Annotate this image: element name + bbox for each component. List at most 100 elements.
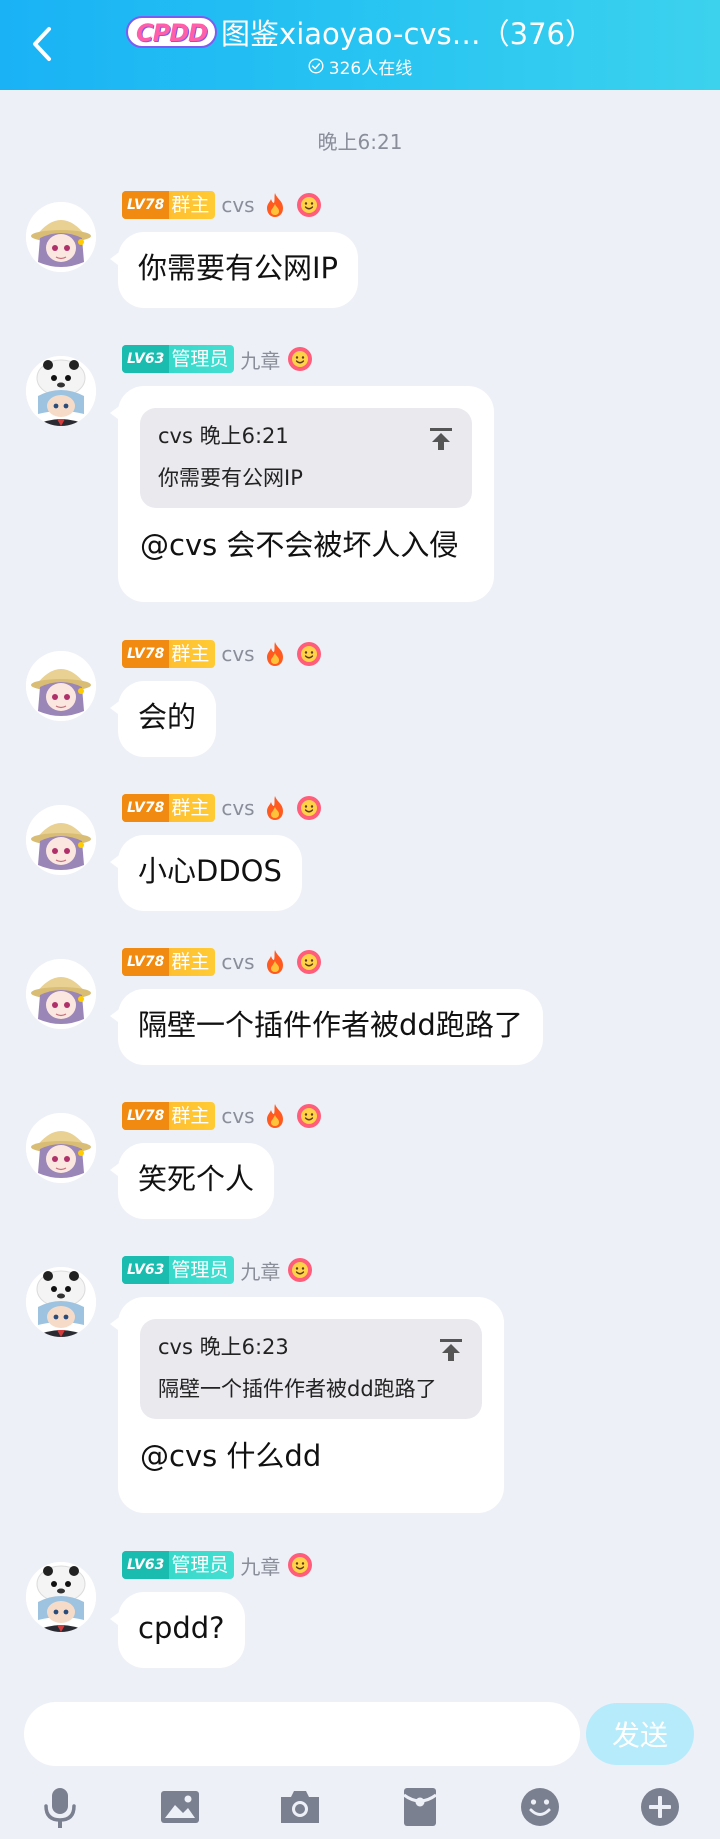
fire-icon <box>266 950 283 974</box>
message-meta: LV63 管理员 九章 <box>122 1550 314 1580</box>
sender-name[interactable]: cvs <box>221 950 254 974</box>
owner-badge: LV78 群主 <box>122 794 216 822</box>
smile-badge-icon <box>295 949 322 975</box>
role-label: 管理员 <box>171 348 229 370</box>
admin-badge: LV63 管理员 <box>122 345 235 373</box>
message-text: 笑死个人 <box>138 1162 255 1196</box>
role-label: 群主 <box>171 194 210 216</box>
plus-icon <box>641 1788 679 1826</box>
message-bubble[interactable]: cpdd? <box>110 1592 245 1668</box>
microphone-icon <box>44 1788 76 1828</box>
emoji-icon <box>521 1788 559 1826</box>
quote-text: 你需要有公网IP <box>158 466 303 490</box>
emoji-button[interactable] <box>515 1782 565 1832</box>
sender-name[interactable]: cvs <box>221 642 254 666</box>
sender-name[interactable]: cvs <box>221 193 254 217</box>
level-label: LV78 <box>122 794 170 822</box>
message-text: @cvs 什么dd <box>140 1439 322 1473</box>
level-label: LV63 <box>122 1256 170 1284</box>
time-separator: 晚上6:21 <box>317 130 403 154</box>
avatar[interactable] <box>26 1267 96 1337</box>
smile-badge-icon <box>287 1257 313 1283</box>
role-label: 管理员 <box>171 1259 229 1281</box>
fire-icon <box>266 193 283 217</box>
message-text: 会的 <box>138 700 197 734</box>
fire-icon <box>266 642 283 666</box>
message-bubble[interactable]: 会的 <box>109 681 217 757</box>
red-packet-icon <box>403 1788 437 1826</box>
smile-badge-icon <box>295 1103 322 1129</box>
camera-button[interactable] <box>275 1782 325 1832</box>
voice-button[interactable] <box>35 1782 85 1832</box>
level-label: LV78 <box>122 640 170 668</box>
sender-name[interactable]: cvs <box>221 796 254 820</box>
smile-badge-icon <box>295 192 322 218</box>
group-title[interactable]: CPDD 图鉴xiaoyao-cvs…（376） <box>70 12 650 52</box>
role-label: 群主 <box>171 797 210 819</box>
quote-author-time: cvs 晚上6:23 <box>158 1335 289 1359</box>
sender-name[interactable]: 九章 <box>240 345 280 374</box>
message-text: 你需要有公网IP <box>138 251 339 285</box>
sender-name[interactable]: 九章 <box>240 1551 280 1580</box>
image-button[interactable] <box>155 1782 205 1832</box>
message-meta: LV78 群主 cvs <box>122 947 323 977</box>
admin-badge: LV63 管理员 <box>122 1256 235 1284</box>
message-meta: LV78 群主 cvs <box>122 639 323 669</box>
avatar[interactable] <box>26 805 96 875</box>
message-text: @cvs 会不会被坏人入侵 <box>140 528 459 562</box>
quoted-message[interactable]: cvs 晚上6:21 你需要有公网IP <box>140 408 472 508</box>
red-packet-button[interactable] <box>395 1782 445 1832</box>
message-text: 小心DDOS <box>138 854 282 888</box>
admin-badge: LV63 管理员 <box>122 1551 235 1579</box>
level-label: LV78 <box>122 191 170 219</box>
send-button[interactable]: 发送 <box>586 1703 694 1765</box>
message-bubble[interactable]: 你需要有公网IP <box>109 232 359 308</box>
message-text: cpdd? <box>138 1611 225 1645</box>
message-bubble[interactable]: 隔壁一个插件作者被dd跑路了 <box>110 989 543 1065</box>
cpdd-logo: CPDD <box>125 16 218 48</box>
level-label: LV63 <box>122 1551 170 1579</box>
quoted-message[interactable]: cvs 晚上6:23 隔壁一个插件作者被dd跑路了 <box>140 1319 482 1419</box>
quote-text: 隔壁一个插件作者被dd跑路了 <box>158 1377 437 1401</box>
avatar[interactable] <box>26 1113 96 1183</box>
message-meta: LV78 群主 cvs <box>122 190 323 220</box>
avatar[interactable] <box>26 651 96 721</box>
role-label: 群主 <box>171 951 210 973</box>
level-label: LV78 <box>122 948 170 976</box>
role-label: 群主 <box>171 643 210 665</box>
more-button[interactable] <box>635 1782 685 1832</box>
owner-badge: LV78 群主 <box>122 191 216 219</box>
check-circle-icon <box>308 58 324 74</box>
image-icon <box>161 1791 199 1823</box>
sender-name[interactable]: 九章 <box>240 1256 280 1285</box>
message-meta: LV63 管理员 九章 <box>122 1255 314 1285</box>
message-input[interactable] <box>24 1702 580 1766</box>
avatar[interactable] <box>26 202 96 272</box>
smile-badge-icon <box>287 1552 313 1578</box>
message-bubble[interactable]: cvs 晚上6:23 隔壁一个插件作者被dd跑路了 @cvs 什么dd <box>110 1297 504 1513</box>
smile-badge-icon <box>287 346 313 372</box>
sender-name[interactable]: cvs <box>221 1104 254 1128</box>
fire-icon <box>266 796 283 820</box>
avatar[interactable] <box>26 959 96 1029</box>
smile-badge-icon <box>295 795 322 821</box>
pin-to-top-icon[interactable] <box>428 426 454 452</box>
role-label: 管理员 <box>171 1554 229 1576</box>
level-label: LV63 <box>122 345 170 373</box>
pin-to-top-icon[interactable] <box>438 1337 464 1363</box>
message-bubble[interactable]: 小心DDOS <box>110 835 302 911</box>
smile-badge-icon <box>295 641 322 667</box>
message-bubble[interactable]: cvs 晚上6:21 你需要有公网IP @cvs 会不会被坏人入侵 <box>110 386 494 602</box>
message-meta: LV78 群主 cvs <box>122 1101 323 1131</box>
avatar[interactable] <box>26 1562 96 1632</box>
message-bubble[interactable]: 笑死个人 <box>109 1143 275 1219</box>
online-status: 326人在线 <box>0 54 720 79</box>
quote-author-time: cvs 晚上6:21 <box>158 424 289 448</box>
owner-badge: LV78 群主 <box>122 640 216 668</box>
group-name: 图鉴xiaoyao-cvs…（376） <box>221 17 595 51</box>
owner-badge: LV78 群主 <box>122 1102 216 1130</box>
role-label: 群主 <box>171 1105 210 1127</box>
message-meta: LV78 群主 cvs <box>122 793 323 823</box>
message-meta: LV63 管理员 九章 <box>122 344 314 374</box>
avatar[interactable] <box>26 356 96 426</box>
